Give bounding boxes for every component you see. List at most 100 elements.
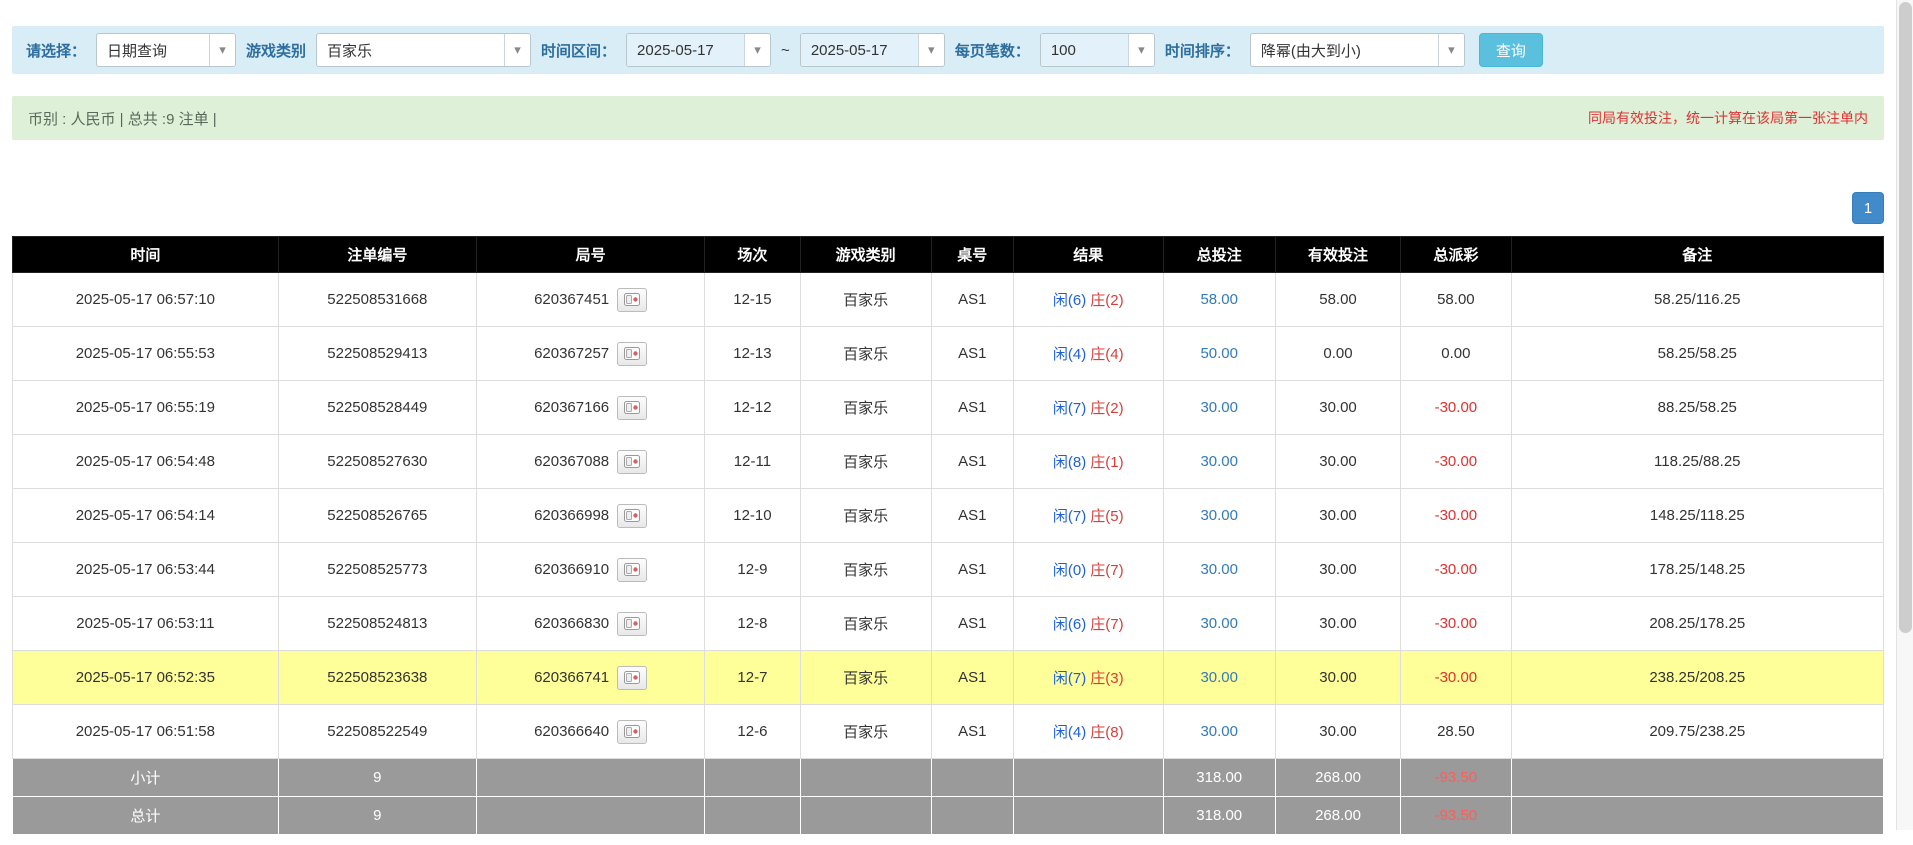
chevron-down-icon[interactable]: ▾ — [744, 34, 770, 66]
query-type-value: 日期查询 — [97, 34, 209, 66]
valid-bet-notice: 同局有效投注，统一计算在该局第一张注单内 — [1588, 108, 1868, 128]
column-header-result: 结果 — [1013, 237, 1163, 273]
cell-result: 闲(7)庄(2) — [1013, 381, 1163, 435]
subtotal-row: 小计 9 318.00 268.00 -93.50 — [13, 759, 1884, 797]
cell-session: 12-11 — [705, 435, 800, 489]
table-row[interactable]: 2025-05-17 06:52:35 522508523638 6203667… — [13, 651, 1884, 705]
scrollbar-thumb[interactable] — [1899, 2, 1912, 633]
column-header-total-bet: 总投注 — [1163, 237, 1275, 273]
cell-remark: 238.25/208.25 — [1511, 651, 1883, 705]
game-result-icon[interactable] — [617, 504, 647, 528]
vertical-scrollbar[interactable] — [1896, 0, 1913, 830]
game-result-icon[interactable] — [617, 342, 647, 366]
cell-total-bet: 30.00 — [1163, 705, 1275, 759]
cell-valid-bet: 30.00 — [1275, 651, 1400, 705]
currency-total-text: 币别 : 人民币 | 总共 :9 注单 | — [28, 108, 217, 129]
cell-valid-bet: 30.00 — [1275, 705, 1400, 759]
cell-remark: 88.25/58.25 — [1511, 381, 1883, 435]
cell-round: 620366640 — [476, 705, 704, 759]
subtotal-empty — [476, 759, 704, 797]
game-result-icon[interactable] — [617, 396, 647, 420]
cell-game-type: 百家乐 — [800, 489, 931, 543]
table-row[interactable]: 2025-05-17 06:54:48 522508527630 6203670… — [13, 435, 1884, 489]
sort-label: 时间排序： — [1165, 40, 1240, 61]
game-result-icon[interactable] — [617, 450, 647, 474]
date-range-separator: ~ — [781, 42, 790, 59]
column-header-time: 时间 — [13, 237, 279, 273]
result-player: 闲(8) — [1053, 454, 1086, 471]
sort-select[interactable]: 降幂(由大到小) ▾ — [1250, 33, 1465, 67]
cell-time: 2025-05-17 06:55:53 — [13, 327, 279, 381]
cell-payout: -30.00 — [1401, 543, 1511, 597]
cell-session: 12-13 — [705, 327, 800, 381]
cell-game-type: 百家乐 — [800, 435, 931, 489]
pagination: 1 — [12, 192, 1884, 224]
game-result-icon[interactable] — [617, 666, 647, 690]
cell-table-no: AS1 — [931, 543, 1013, 597]
chevron-down-icon[interactable]: ▾ — [1438, 34, 1464, 66]
cell-table-no: AS1 — [931, 651, 1013, 705]
cell-remark: 208.25/178.25 — [1511, 597, 1883, 651]
table-row[interactable]: 2025-05-17 06:53:44 522508525773 6203669… — [13, 543, 1884, 597]
cell-bet-id: 522508528449 — [278, 381, 476, 435]
game-type-select[interactable]: 百家乐 ▾ — [316, 33, 531, 67]
column-header-payout: 总派彩 — [1401, 237, 1511, 273]
query-type-select[interactable]: 日期查询 ▾ — [96, 33, 236, 67]
result-player: 闲(6) — [1053, 292, 1086, 309]
cell-game-type: 百家乐 — [800, 327, 931, 381]
cell-total-bet: 30.00 — [1163, 381, 1275, 435]
result-banker: 庄(1) — [1090, 454, 1123, 471]
time-range-label: 时间区间： — [541, 40, 616, 61]
select-label: 请选择： — [26, 40, 86, 61]
cell-valid-bet: 30.00 — [1275, 543, 1400, 597]
date-to-select[interactable]: 2025-05-17 ▾ — [800, 33, 945, 67]
cell-time: 2025-05-17 06:57:10 — [13, 273, 279, 327]
subtotal-valid-bet: 268.00 — [1275, 759, 1400, 797]
page-size-select[interactable]: 100 ▾ — [1040, 33, 1155, 67]
table-row[interactable]: 2025-05-17 06:51:58 522508522549 6203666… — [13, 705, 1884, 759]
round-id: 620366910 — [534, 561, 609, 578]
cell-time: 2025-05-17 06:53:11 — [13, 597, 279, 651]
column-header-session: 场次 — [705, 237, 800, 273]
table-header-row: 时间 注单编号 局号 场次 游戏类别 桌号 结果 总投注 有效投注 总派彩 备注 — [13, 237, 1884, 273]
search-button[interactable]: 查询 — [1479, 33, 1543, 67]
cell-bet-id: 522508527630 — [278, 435, 476, 489]
result-player: 闲(7) — [1053, 508, 1086, 525]
cell-payout: 0.00 — [1401, 327, 1511, 381]
cell-result: 闲(4)庄(4) — [1013, 327, 1163, 381]
chevron-down-icon[interactable]: ▾ — [504, 34, 530, 66]
total-valid-bet: 268.00 — [1275, 797, 1400, 835]
summary-bar: 币别 : 人民币 | 总共 :9 注单 | 同局有效投注，统一计算在该局第一张注… — [12, 96, 1884, 140]
cell-round: 620367088 — [476, 435, 704, 489]
subtotal-label: 小计 — [13, 759, 279, 797]
grand-total-row: 总计 9 318.00 268.00 -93.50 — [13, 797, 1884, 835]
date-from-select[interactable]: 2025-05-17 ▾ — [626, 33, 771, 67]
cell-valid-bet: 30.00 — [1275, 435, 1400, 489]
game-result-icon[interactable] — [617, 558, 647, 582]
date-to-value: 2025-05-17 — [801, 34, 918, 66]
result-banker: 庄(8) — [1090, 724, 1123, 741]
game-result-icon[interactable] — [617, 612, 647, 636]
table-row[interactable]: 2025-05-17 06:55:53 522508529413 6203672… — [13, 327, 1884, 381]
round-id: 620366830 — [534, 615, 609, 632]
cell-remark: 148.25/118.25 — [1511, 489, 1883, 543]
cell-time: 2025-05-17 06:53:44 — [13, 543, 279, 597]
table-row[interactable]: 2025-05-17 06:54:14 522508526765 6203669… — [13, 489, 1884, 543]
table-row[interactable]: 2025-05-17 06:55:19 522508528449 6203671… — [13, 381, 1884, 435]
cell-bet-id: 522508522549 — [278, 705, 476, 759]
chevron-down-icon[interactable]: ▾ — [1128, 34, 1154, 66]
cell-valid-bet: 58.00 — [1275, 273, 1400, 327]
cell-result: 闲(8)庄(1) — [1013, 435, 1163, 489]
table-row[interactable]: 2025-05-17 06:53:11 522508524813 6203668… — [13, 597, 1884, 651]
cell-payout: -30.00 — [1401, 489, 1511, 543]
game-result-icon[interactable] — [617, 288, 647, 312]
chevron-down-icon[interactable]: ▾ — [209, 34, 235, 66]
total-payout: -93.50 — [1401, 797, 1511, 835]
bet-records-table: 时间 注单编号 局号 场次 游戏类别 桌号 结果 总投注 有效投注 总派彩 备注… — [12, 236, 1884, 835]
result-player: 闲(7) — [1053, 670, 1086, 687]
page-number-button[interactable]: 1 — [1852, 192, 1884, 224]
cell-table-no: AS1 — [931, 489, 1013, 543]
table-row[interactable]: 2025-05-17 06:57:10 522508531668 6203674… — [13, 273, 1884, 327]
game-result-icon[interactable] — [617, 720, 647, 744]
chevron-down-icon[interactable]: ▾ — [918, 34, 944, 66]
